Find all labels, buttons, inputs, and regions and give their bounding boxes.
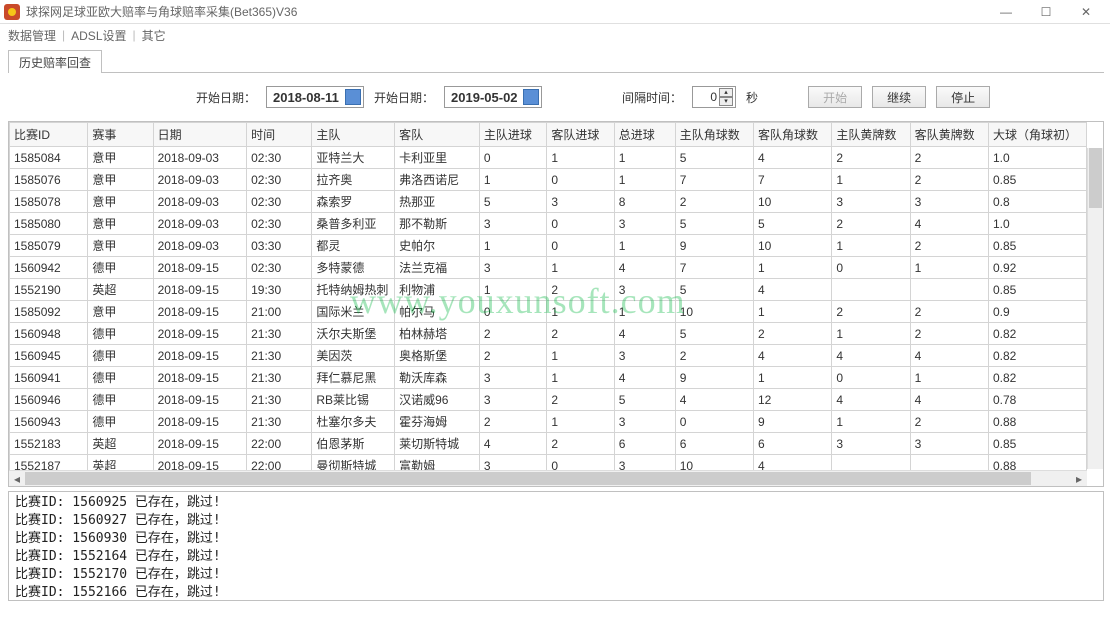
menu-other[interactable]: 其它 — [138, 27, 170, 44]
table-row[interactable]: 1552190英超2018-09-1519:30托特纳姆热刺利物浦123540.… — [10, 279, 1087, 301]
tab-row: 历史赔率回查 — [8, 49, 1104, 73]
col-header[interactable]: 时间 — [247, 123, 312, 147]
close-button[interactable]: ✕ — [1066, 1, 1106, 23]
spin-up[interactable]: ▴ — [719, 88, 733, 97]
col-header[interactable]: 日期 — [153, 123, 247, 147]
log-line: 比赛ID: 1552164 已存在，跳过! — [15, 548, 1097, 566]
titlebar: 球探网足球亚欧大赔率与角球赔率采集(Bet365)V36 — ☐ ✕ — [0, 0, 1110, 24]
vertical-scrollbar[interactable] — [1087, 148, 1103, 469]
end-date-label: 开始日期： — [374, 89, 434, 106]
scroll-left-icon[interactable]: ◂ — [9, 471, 25, 487]
table-row[interactable]: 1560943德甲2018-09-1521:30杜塞尔多夫霍芬海姆2130912… — [10, 411, 1087, 433]
menubar: 数据管理 | ADSL设置 | 其它 — [0, 24, 1110, 46]
log-line: 比赛ID: 1560930 已存在，跳过! — [15, 530, 1097, 548]
table-row[interactable]: 1585076意甲2018-09-0302:30拉齐奥弗洛西诺尼10177120… — [10, 169, 1087, 191]
table-row[interactable]: 1560941德甲2018-09-1521:30拜仁慕尼黑勒沃库森3149101… — [10, 367, 1087, 389]
col-header[interactable]: 主队进球 — [479, 123, 546, 147]
log-line: 比赛ID: 1552166 已存在，跳过! — [15, 584, 1097, 601]
toolbar: 开始日期： 2018-08-11 开始日期： 2019-05-02 间隔时间： … — [8, 73, 1104, 121]
table-row[interactable]: 1585079意甲2018-09-0303:30都灵史帕尔101910120.8… — [10, 235, 1087, 257]
col-header[interactable]: 总进球 — [614, 123, 675, 147]
start-button[interactable]: 开始 — [808, 86, 862, 108]
col-header[interactable]: 主队角球数 — [675, 123, 753, 147]
data-table: 比赛ID赛事日期时间主队客队主队进球客队进球总进球主队角球数客队角球数主队黄牌数… — [9, 122, 1087, 487]
col-header[interactable]: 主队 — [312, 123, 395, 147]
menu-adsl-settings[interactable]: ADSL设置 — [67, 27, 130, 44]
spin-down[interactable]: ▾ — [719, 97, 733, 106]
app-icon — [4, 4, 20, 20]
table-row[interactable]: 1552183英超2018-09-1522:00伯恩茅斯莱切斯特城4266633… — [10, 433, 1087, 455]
log-line: 比赛ID: 1552170 已存在，跳过! — [15, 566, 1097, 584]
log-line: 比赛ID: 1560925 已存在，跳过! — [15, 494, 1097, 512]
scroll-right-icon[interactable]: ▸ — [1071, 471, 1087, 487]
table-row[interactable]: 1560942德甲2018-09-1502:30多特蒙德法兰克福31471010… — [10, 257, 1087, 279]
calendar-icon[interactable] — [345, 89, 361, 105]
interval-input[interactable]: 0 ▴▾ — [692, 86, 736, 108]
data-table-container: 比赛ID赛事日期时间主队客队主队进球客队进球总进球主队角球数客队角球数主队黄牌数… — [8, 121, 1104, 487]
table-row[interactable]: 1585092意甲2018-09-1521:00国际米兰帕尔马011101220… — [10, 301, 1087, 323]
window-title: 球探网足球亚欧大赔率与角球赔率采集(Bet365)V36 — [26, 3, 986, 20]
interval-unit: 秒 — [746, 89, 758, 106]
end-date-input[interactable]: 2019-05-02 — [444, 86, 542, 108]
log-panel[interactable]: 比赛ID: 1560925 已存在，跳过!比赛ID: 1560927 已存在，跳… — [8, 491, 1104, 601]
table-row[interactable]: 1585084意甲2018-09-0302:30亚特兰大卡利亚里01154221… — [10, 147, 1087, 169]
table-row[interactable]: 1585080意甲2018-09-0302:30桑普多利亚那不勒斯3035524… — [10, 213, 1087, 235]
continue-button[interactable]: 继续 — [872, 86, 926, 108]
table-row[interactable]: 1560948德甲2018-09-1521:30沃尔夫斯堡柏林赫塔2245212… — [10, 323, 1087, 345]
maximize-button[interactable]: ☐ — [1026, 1, 1066, 23]
start-date-label: 开始日期： — [196, 89, 256, 106]
interval-label: 间隔时间： — [622, 89, 682, 106]
stop-button[interactable]: 停止 — [936, 86, 990, 108]
col-header[interactable]: 客队角球数 — [754, 123, 832, 147]
horizontal-scrollbar[interactable]: ◂ ▸ — [9, 470, 1087, 486]
col-header[interactable]: 比赛ID — [10, 123, 88, 147]
minimize-button[interactable]: — — [986, 1, 1026, 23]
table-row[interactable]: 1560946德甲2018-09-1521:30RB莱比锡汉诺威96325412… — [10, 389, 1087, 411]
col-header[interactable]: 客队进球 — [547, 123, 614, 147]
col-header[interactable]: 大球（角球初） — [988, 123, 1086, 147]
table-row[interactable]: 1560945德甲2018-09-1521:30美因茨奥格斯堡21324440.… — [10, 345, 1087, 367]
menu-data-manage[interactable]: 数据管理 — [4, 27, 60, 44]
col-header[interactable]: 主队黄牌数 — [832, 123, 910, 147]
col-header[interactable]: 赛事 — [88, 123, 153, 147]
start-date-input[interactable]: 2018-08-11 — [266, 86, 364, 108]
calendar-icon[interactable] — [523, 89, 539, 105]
table-row[interactable]: 1585078意甲2018-09-0302:30森索罗热那亚538210330.… — [10, 191, 1087, 213]
tab-history-odds[interactable]: 历史赔率回查 — [8, 50, 102, 73]
col-header[interactable]: 客队黄牌数 — [910, 123, 988, 147]
col-header[interactable]: 客队 — [395, 123, 480, 147]
log-line: 比赛ID: 1560927 已存在，跳过! — [15, 512, 1097, 530]
